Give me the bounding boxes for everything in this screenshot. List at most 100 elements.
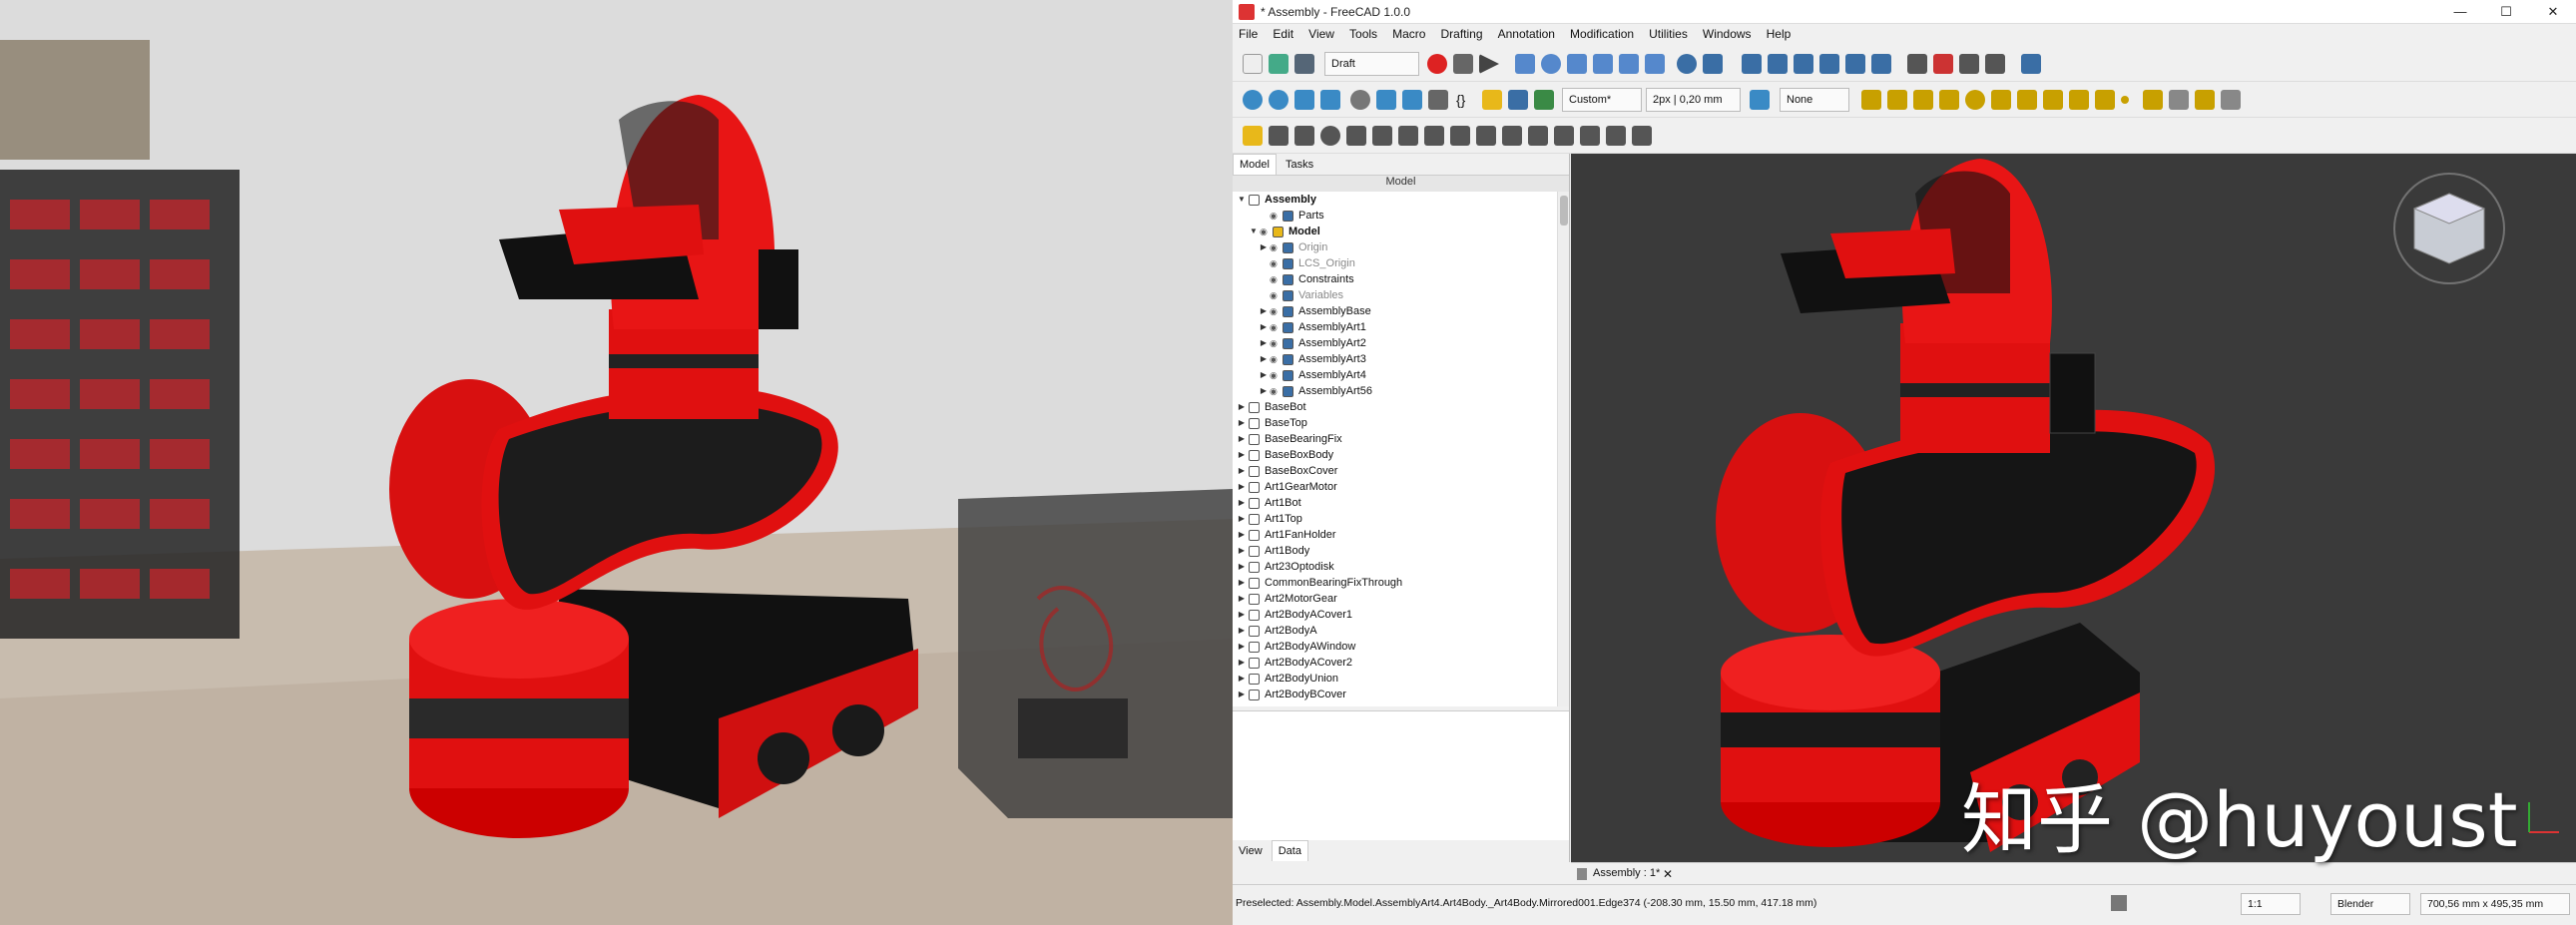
view-cube-icon[interactable] bbox=[1294, 90, 1314, 110]
arc-tool-icon[interactable] bbox=[1939, 90, 1959, 110]
align-center-icon[interactable] bbox=[1819, 54, 1839, 74]
downgrade-icon[interactable] bbox=[1959, 54, 1979, 74]
expanded-arrow-icon[interactable]: ▼ bbox=[1237, 192, 1247, 208]
menu-help[interactable]: Help bbox=[1761, 24, 1798, 44]
snap-special-icon[interactable] bbox=[1476, 126, 1496, 146]
snap-selector[interactable]: None bbox=[1780, 88, 1849, 112]
view-fit-all-icon[interactable] bbox=[1320, 90, 1340, 110]
save-icon[interactable] bbox=[1294, 54, 1314, 74]
circle-tool-icon[interactable] bbox=[1965, 90, 1985, 110]
tab-model[interactable]: Model bbox=[1233, 154, 1277, 175]
visibility-eye-icon[interactable]: ◉ bbox=[1270, 367, 1278, 383]
visibility-eye-icon[interactable]: ◉ bbox=[1270, 287, 1278, 303]
link-icon[interactable] bbox=[1534, 90, 1554, 110]
visibility-eye-icon[interactable]: ◉ bbox=[1270, 351, 1278, 367]
offset-icon[interactable] bbox=[1619, 54, 1639, 74]
view-isometric-icon[interactable] bbox=[1677, 54, 1697, 74]
menu-utilities[interactable]: Utilities bbox=[1643, 24, 1694, 44]
tree-item[interactable]: ◉ LCS_Origin bbox=[1233, 255, 1552, 271]
tab-data[interactable]: Data bbox=[1271, 840, 1308, 861]
collapsed-arrow-icon[interactable]: ▶ bbox=[1237, 527, 1247, 543]
folder-icon[interactable] bbox=[1508, 90, 1528, 110]
tree-item[interactable]: ▶ Art1GearMotor bbox=[1233, 479, 1552, 495]
maximize-button[interactable]: ☐ bbox=[2483, 0, 2529, 24]
settings-icon[interactable] bbox=[2221, 90, 2241, 110]
collapsed-arrow-icon[interactable]: ▶ bbox=[1237, 415, 1247, 431]
expanded-arrow-icon[interactable]: ▼ bbox=[1249, 224, 1259, 239]
point-tool-icon[interactable] bbox=[2121, 96, 2129, 104]
collapsed-arrow-icon[interactable]: ▶ bbox=[1237, 511, 1247, 527]
tree-item[interactable]: ▶ ◉ AssemblyArt3 bbox=[1233, 351, 1552, 367]
collapsed-arrow-icon[interactable]: ▶ bbox=[1259, 335, 1269, 351]
new-document-icon[interactable] bbox=[1243, 54, 1263, 74]
tree-item[interactable]: ▶ Art2BodyAWindow bbox=[1233, 639, 1552, 655]
menu-drafting[interactable]: Drafting bbox=[1435, 24, 1489, 44]
menu-edit[interactable]: Edit bbox=[1267, 24, 1299, 44]
collapsed-arrow-icon[interactable]: ▶ bbox=[1237, 591, 1247, 607]
text-tool-icon[interactable] bbox=[2143, 90, 2163, 110]
snap-intersection-icon[interactable] bbox=[1372, 126, 1392, 146]
tree-item[interactable]: ▶ CommonBearingFixThrough bbox=[1233, 575, 1552, 591]
macro-edit-icon[interactable] bbox=[1453, 54, 1473, 74]
mirror-icon[interactable] bbox=[1593, 54, 1613, 74]
tree-item[interactable]: ▶ ◉ AssemblyArt2 bbox=[1233, 335, 1552, 351]
visibility-eye-icon[interactable]: ◉ bbox=[1260, 224, 1268, 239]
tree-item[interactable]: ▶ ◉ AssemblyArt4 bbox=[1233, 367, 1552, 383]
visibility-eye-icon[interactable]: ◉ bbox=[1270, 208, 1278, 224]
snap-extension-icon[interactable] bbox=[1424, 126, 1444, 146]
play-macro-icon[interactable] bbox=[1479, 54, 1499, 74]
bspline-tool-icon[interactable] bbox=[2069, 90, 2089, 110]
style-selector[interactable]: Custom* bbox=[1562, 88, 1642, 112]
collapsed-arrow-icon[interactable]: ▶ bbox=[1259, 351, 1269, 367]
collapsed-arrow-icon[interactable]: ▶ bbox=[1237, 575, 1247, 591]
rectangle-tool-icon[interactable] bbox=[2017, 90, 2037, 110]
tree-item[interactable]: ▶ Art1Body bbox=[1233, 543, 1552, 559]
collapsed-arrow-icon[interactable]: ▶ bbox=[1237, 607, 1247, 623]
tree-item[interactable]: ▶ Art1Bot bbox=[1233, 495, 1552, 511]
snap-parallel-icon[interactable] bbox=[1450, 126, 1470, 146]
rotate-icon[interactable] bbox=[1541, 54, 1561, 74]
collapsed-arrow-icon[interactable]: ▶ bbox=[1237, 431, 1247, 447]
working-plane-icon[interactable] bbox=[1750, 90, 1770, 110]
upgrade-icon[interactable] bbox=[1933, 54, 1953, 74]
sketch-icon[interactable] bbox=[2021, 54, 2041, 74]
menu-file[interactable]: File bbox=[1233, 24, 1264, 44]
zoom-fit-icon[interactable] bbox=[1243, 90, 1263, 110]
scrollbar-thumb[interactable] bbox=[1560, 196, 1568, 226]
collapsed-arrow-icon[interactable]: ▶ bbox=[1237, 463, 1247, 479]
collapsed-arrow-icon[interactable]: ▶ bbox=[1259, 239, 1269, 255]
collapsed-arrow-icon[interactable]: ▶ bbox=[1237, 687, 1247, 702]
tree-item[interactable]: ▶ ◉ AssemblyBase bbox=[1233, 303, 1552, 319]
page-icon[interactable] bbox=[2169, 90, 2189, 110]
arrow-down-icon[interactable] bbox=[1871, 54, 1891, 74]
tree-item[interactable]: ▶ Art2BodyUnion bbox=[1233, 671, 1552, 687]
polygon-tool-icon[interactable] bbox=[2043, 90, 2063, 110]
collapsed-arrow-icon[interactable]: ▶ bbox=[1237, 495, 1247, 511]
tree-item[interactable]: ▶ BaseBearingFix bbox=[1233, 431, 1552, 447]
visibility-eye-icon[interactable]: ◉ bbox=[1270, 335, 1278, 351]
menu-tools[interactable]: Tools bbox=[1343, 24, 1383, 44]
collapsed-arrow-icon[interactable]: ▶ bbox=[1237, 447, 1247, 463]
tree-item[interactable]: ▶ BaseTop bbox=[1233, 415, 1552, 431]
tree-item[interactable]: ▶ BaseBoxBody bbox=[1233, 447, 1552, 463]
collapsed-arrow-icon[interactable]: ▶ bbox=[1237, 639, 1247, 655]
array-icon[interactable] bbox=[1703, 54, 1723, 74]
wire-icon[interactable] bbox=[1907, 54, 1927, 74]
polyline-tool-icon[interactable] bbox=[1887, 90, 1907, 110]
tree-item[interactable]: ▶ Art2BodyACover1 bbox=[1233, 607, 1552, 623]
visibility-eye-icon[interactable]: ◉ bbox=[1270, 271, 1278, 287]
tree-item[interactable]: ▶ Art2BodyA bbox=[1233, 623, 1552, 639]
tree-item[interactable]: ▶ Art23Optodisk bbox=[1233, 559, 1552, 575]
arrow-up-icon[interactable] bbox=[1845, 54, 1865, 74]
tree-item[interactable]: ▶ ◉ AssemblyArt56 bbox=[1233, 383, 1552, 399]
std-views-icon[interactable] bbox=[1376, 90, 1396, 110]
selection-filter-icon[interactable] bbox=[1428, 90, 1448, 110]
navigation-cube[interactable] bbox=[2393, 173, 2505, 284]
tree-item[interactable]: ▼ ◉ Model bbox=[1233, 224, 1552, 239]
tree-item[interactable]: ▶ BaseBot bbox=[1233, 399, 1552, 415]
record-macro-icon[interactable] bbox=[1427, 54, 1447, 74]
tree-item[interactable]: ▶ Art1Top bbox=[1233, 511, 1552, 527]
document-tab[interactable]: Assembly : 1* bbox=[1593, 867, 1660, 879]
tree-item[interactable]: ▼ Assembly bbox=[1233, 192, 1552, 208]
snap-near-icon[interactable] bbox=[1502, 126, 1522, 146]
